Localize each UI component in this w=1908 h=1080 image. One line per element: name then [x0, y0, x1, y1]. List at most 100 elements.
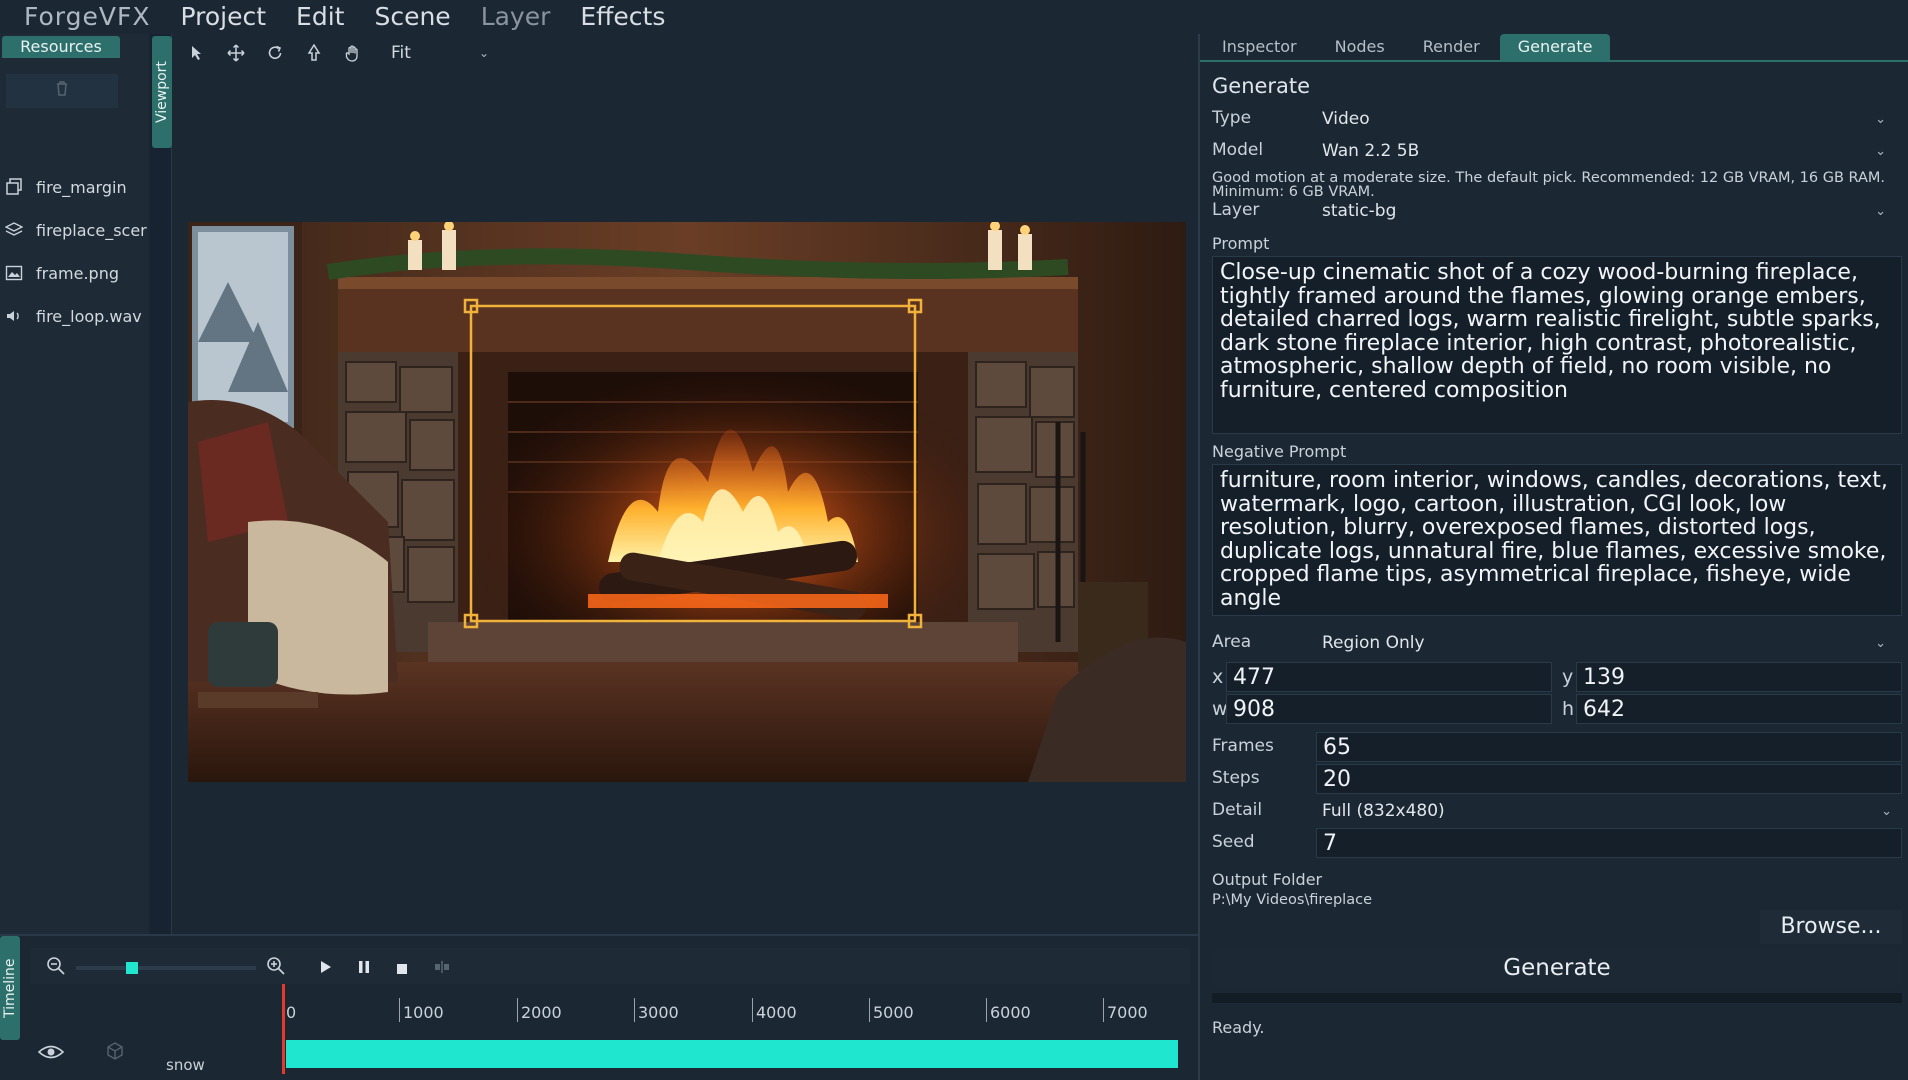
tab-render[interactable]: Render [1405, 34, 1498, 60]
play-button[interactable] [320, 959, 332, 978]
layer-value: static-bg [1322, 201, 1397, 221]
y-label: y [1562, 666, 1574, 688]
play-icon [321, 961, 331, 973]
resource-label: fire_loop.wav [36, 306, 142, 326]
resources-panel: Resources fire_margin fireplace_scer fra… [0, 34, 148, 934]
split-button[interactable] [434, 959, 450, 978]
layers-icon [4, 220, 24, 240]
track-3d-toggle[interactable] [106, 1042, 124, 1064]
layer-dropdown[interactable]: static-bg ⌄ [1316, 198, 1896, 224]
stop-icon [397, 964, 407, 974]
detail-dropdown[interactable]: Full (832x480) ⌄ [1316, 798, 1902, 824]
audio-icon [4, 306, 24, 326]
tab-generate[interactable]: Generate [1499, 34, 1611, 60]
ruler-tick: 3000 [634, 998, 679, 1022]
negative-prompt-textarea[interactable]: furniture, room interior, windows, candl… [1212, 464, 1902, 616]
zoom-out-icon [47, 957, 65, 975]
ruler-tick: 4000 [752, 998, 797, 1022]
resource-item-fire-margin[interactable]: fire_margin [4, 172, 149, 202]
resource-label: frame.png [36, 263, 119, 283]
seed-field[interactable]: 7 [1316, 828, 1902, 858]
menu-edit[interactable]: Edit [296, 2, 344, 31]
output-folder-label: Output Folder [1212, 870, 1323, 889]
zoom-in-icon [267, 957, 285, 975]
playhead[interactable] [282, 984, 285, 1074]
steps-field[interactable]: 20 [1316, 764, 1902, 794]
region-selection-overlay[interactable] [174, 34, 1198, 934]
cube-icon [107, 1042, 123, 1060]
ruler-tick: 6000 [986, 998, 1031, 1022]
resource-item-fireplace-scene[interactable]: fireplace_scer [4, 215, 149, 245]
area-value: Region Only [1322, 633, 1425, 653]
model-hint: Good motion at a moderate size. The defa… [1212, 170, 1886, 200]
frames-label: Frames [1212, 736, 1274, 756]
zoom-slider[interactable] [76, 966, 256, 970]
ruler-tick: 1000 [399, 998, 444, 1022]
h-field[interactable]: 642 [1576, 694, 1902, 724]
area-label: Area [1212, 632, 1252, 652]
tab-underline [1200, 60, 1908, 62]
resource-item-frame-png[interactable]: frame.png [4, 258, 149, 288]
prompt-textarea[interactable]: Close-up cinematic shot of a cozy wood-b… [1212, 256, 1902, 434]
layer-label: Layer [1212, 200, 1260, 220]
zoom-out-button[interactable] [46, 956, 66, 980]
frames-field[interactable]: 65 [1316, 732, 1902, 762]
sequence-icon [4, 177, 24, 197]
browse-button[interactable]: Browse... [1760, 910, 1902, 944]
viewport-dock-strip [150, 34, 172, 934]
prompt-label: Prompt [1212, 234, 1270, 253]
stop-button[interactable] [396, 960, 408, 979]
model-value: Wan 2.2 5B [1322, 141, 1420, 161]
menu-project[interactable]: Project [180, 2, 266, 31]
chevron-down-icon: ⌄ [1875, 203, 1886, 219]
viewport: Fit ⌄ [174, 34, 1198, 934]
zoom-in-button[interactable] [266, 956, 286, 980]
y-field[interactable]: 139 [1576, 662, 1902, 692]
resources-tab[interactable]: Resources [2, 36, 120, 58]
menu-effects[interactable]: Effects [580, 2, 665, 31]
output-folder-path: P:\My Videos\fireplace [1212, 892, 1372, 908]
h-label: h [1562, 698, 1575, 720]
image-icon [4, 263, 24, 283]
ruler-tick: 7000 [1103, 998, 1148, 1022]
inspector-panel: Inspector Nodes Render Generate Generate… [1198, 34, 1908, 1080]
delete-button[interactable] [6, 74, 118, 108]
track-clip-snow[interactable] [286, 1040, 1178, 1068]
track-name: snow [166, 1056, 205, 1074]
detail-value: Full (832x480) [1322, 801, 1445, 821]
seed-label: Seed [1212, 832, 1255, 852]
zoom-slider-handle[interactable] [126, 962, 138, 974]
menu-bar: ForgeVFX Project Edit Scene Layer Effect… [0, 0, 1908, 32]
model-dropdown[interactable]: Wan 2.2 5B ⌄ [1316, 138, 1896, 164]
progress-bar [1212, 993, 1902, 1003]
pause-icon [359, 961, 369, 973]
type-label: Type [1212, 108, 1252, 128]
tab-nodes[interactable]: Nodes [1317, 34, 1403, 60]
area-dropdown[interactable]: Region Only ⌄ [1316, 630, 1896, 656]
split-icon [435, 961, 449, 973]
steps-label: Steps [1212, 768, 1260, 788]
menu-scene[interactable]: Scene [374, 2, 450, 31]
track-visibility-toggle[interactable] [37, 1044, 65, 1064]
tab-inspector[interactable]: Inspector [1204, 34, 1315, 60]
timeline-ruler[interactable]: 0 1000 2000 3000 4000 5000 6000 7000 [282, 998, 1178, 1024]
generate-button[interactable]: Generate [1212, 948, 1902, 988]
negative-prompt-label: Negative Prompt [1212, 442, 1347, 461]
type-value: Video [1322, 109, 1370, 129]
w-field[interactable]: 908 [1226, 694, 1552, 724]
detail-label: Detail [1212, 800, 1263, 820]
chevron-down-icon: ⌄ [1875, 111, 1886, 127]
viewport-tab[interactable]: Viewport [152, 36, 172, 148]
eye-icon [37, 1045, 65, 1059]
menu-layer[interactable]: Layer [481, 2, 551, 31]
type-dropdown[interactable]: Video ⌄ [1316, 106, 1896, 132]
resource-item-fire-loop-wav[interactable]: fire_loop.wav [4, 301, 149, 331]
resource-label: fire_margin [36, 177, 127, 197]
chevron-down-icon: ⌄ [1881, 803, 1892, 819]
app-name: ForgeVFX [24, 1, 151, 31]
ruler-tick: 2000 [517, 998, 562, 1022]
chevron-down-icon: ⌄ [1875, 143, 1886, 159]
timeline-tab[interactable]: Timeline [0, 936, 20, 1040]
x-field[interactable]: 477 [1226, 662, 1552, 692]
pause-button[interactable] [358, 959, 370, 978]
